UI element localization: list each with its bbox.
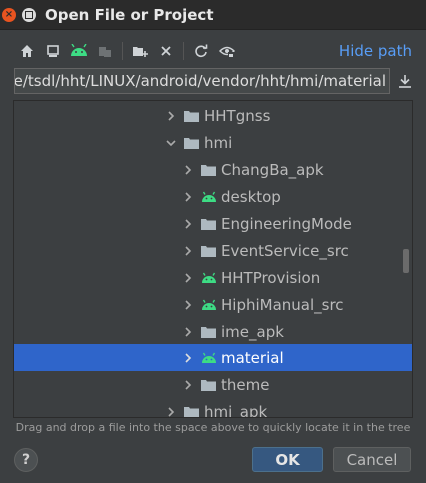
chevron-right-icon[interactable] <box>181 298 195 312</box>
file-tree[interactable]: HHTgnss hmi ChangBa_apk desktop Engineer… <box>13 100 413 418</box>
window-title: Open File or Project <box>45 5 214 24</box>
chevron-right-icon[interactable] <box>181 244 195 258</box>
folder-icon <box>201 244 217 258</box>
android-icon <box>201 298 217 312</box>
folder-icon <box>184 136 200 150</box>
show-hidden-button[interactable] <box>218 42 236 60</box>
ok-button[interactable]: OK <box>252 447 323 472</box>
chevron-right-icon[interactable] <box>181 217 195 231</box>
desktop-button[interactable] <box>44 42 62 60</box>
chevron-right-icon[interactable] <box>181 351 195 365</box>
tree-row-engineeringmode[interactable]: EngineeringMode <box>14 210 412 237</box>
folder-icon <box>201 217 217 231</box>
android-icon <box>201 351 217 365</box>
refresh-button[interactable] <box>192 42 210 60</box>
tree-scrollbar[interactable] <box>403 249 409 273</box>
tree-row-label: material <box>221 348 284 367</box>
help-icon: ? <box>21 452 31 468</box>
chevron-right-icon[interactable] <box>164 405 178 418</box>
show-hidden-icon <box>219 46 235 58</box>
folder-icon <box>201 378 217 392</box>
drag-drop-hint: Drag and drop a file into the space abov… <box>15 421 411 434</box>
path-input[interactable]: ne/tsdl/hht/LINUX/android/vendor/hht/hmi… <box>14 68 390 94</box>
folder-icon <box>201 163 217 177</box>
tree-row-label: HHTgnss <box>204 106 271 125</box>
android-project-icon <box>71 44 87 56</box>
delete-button[interactable] <box>157 42 175 60</box>
tree-row-label: HiphiManual_src <box>221 295 344 314</box>
tree-row-label: HHTProvision <box>221 268 321 287</box>
tree-row-label: EngineeringMode <box>221 214 352 233</box>
tree-row-label: hmi_apk <box>204 402 268 418</box>
path-text: ne/tsdl/hht/LINUX/android/vendor/hht/hmi… <box>14 72 386 90</box>
chevron-down-icon[interactable] <box>164 136 178 150</box>
tree-row-label: theme <box>221 375 270 394</box>
tree-row-theme[interactable]: theme <box>14 371 412 398</box>
maximize-icon <box>25 10 33 19</box>
folder-icon <box>184 405 200 417</box>
download-button[interactable] <box>396 71 414 91</box>
chevron-right-icon[interactable] <box>181 163 195 177</box>
tree-row-desktop[interactable]: desktop <box>14 183 412 210</box>
tree-row-changba-apk[interactable]: ChangBa_apk <box>14 156 412 183</box>
android-icon <box>201 190 217 204</box>
new-folder-icon <box>133 47 148 57</box>
desktop-icon <box>47 45 59 57</box>
tree-row-label: hmi <box>204 133 233 152</box>
tree-row-label: EventService_src <box>221 241 349 260</box>
tree-row-ime-apk[interactable]: ime_apk <box>14 318 412 345</box>
download-icon <box>399 75 411 88</box>
tree-row-label: ChangBa_apk <box>221 160 324 179</box>
android-icon <box>201 271 217 285</box>
refresh-icon <box>195 44 208 58</box>
folder-icon <box>184 109 200 123</box>
cancel-button[interactable]: Cancel <box>333 447 411 472</box>
home-icon <box>21 45 33 57</box>
close-window-button[interactable]: × <box>2 7 16 22</box>
tree-row-hiphimanual-src[interactable]: HiphiManual_src <box>14 291 412 318</box>
tree-row-hmi[interactable]: hmi <box>14 129 412 156</box>
chevron-right-icon[interactable] <box>181 325 195 339</box>
toolbar-separator <box>183 42 184 60</box>
module-button[interactable] <box>96 42 114 60</box>
title-bar: × Open File or Project <box>0 0 426 30</box>
delete-icon <box>161 46 171 56</box>
tree-row-material[interactable]: material <box>14 344 412 371</box>
help-button[interactable]: ? <box>14 448 38 472</box>
hide-path-link[interactable]: Hide path <box>339 42 412 60</box>
toolbar-separator <box>122 42 123 60</box>
chevron-right-icon[interactable] <box>164 109 178 123</box>
folder-icon <box>201 325 217 339</box>
tree-row-hhtprovision[interactable]: HHTProvision <box>14 264 412 291</box>
tree-row-eventservice-src[interactable]: EventService_src <box>14 237 412 264</box>
tree-row-hmi-apk[interactable]: hmi_apk <box>14 398 412 418</box>
chevron-right-icon[interactable] <box>181 271 195 285</box>
maximize-window-button[interactable] <box>22 7 36 22</box>
tree-row-hhtgnss[interactable]: HHTgnss <box>14 102 412 129</box>
tree-row-label: desktop <box>221 187 281 206</box>
chevron-right-icon[interactable] <box>181 378 195 392</box>
android-project-button[interactable] <box>70 42 88 60</box>
tree-row-label: ime_apk <box>221 322 284 341</box>
chevron-right-icon[interactable] <box>181 190 195 204</box>
module-icon <box>99 47 111 57</box>
close-icon: × <box>4 8 14 20</box>
home-button[interactable] <box>18 42 36 60</box>
new-folder-button[interactable] <box>131 42 149 60</box>
